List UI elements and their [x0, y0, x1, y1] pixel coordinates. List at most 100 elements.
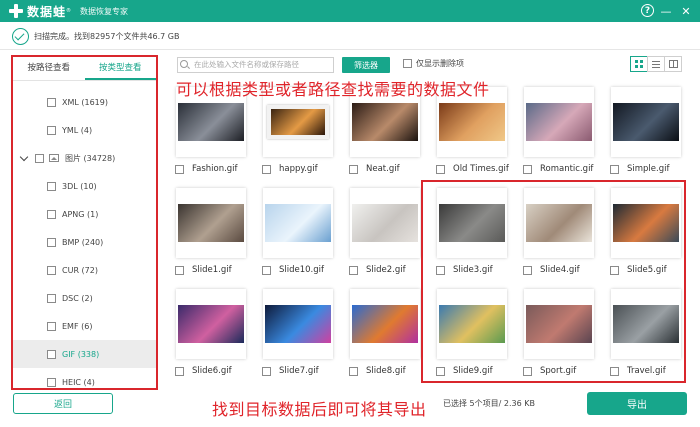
- filter-button[interactable]: 筛选器: [342, 57, 390, 73]
- file-checkbox[interactable]: [349, 165, 358, 174]
- file-thumbnail[interactable]: [176, 188, 246, 258]
- list-view-button[interactable]: [647, 56, 665, 72]
- sidebar-item-checkbox[interactable]: [35, 153, 44, 163]
- show-deleted-toggle[interactable]: 仅显示删除项: [403, 58, 464, 69]
- thumbnail-image: [439, 103, 505, 141]
- check-circle-icon: [12, 27, 29, 45]
- file-name: Slide2.gif: [366, 265, 406, 275]
- file-name: Slide1.gif: [192, 265, 232, 275]
- sidebar-item[interactable]: CUR (72): [13, 256, 156, 284]
- sidebar-item-checkbox[interactable]: [47, 321, 56, 331]
- app-name: 数据蛙: [27, 4, 67, 19]
- sidebar-item-checkbox[interactable]: [47, 293, 56, 303]
- file-thumbnail[interactable]: [611, 289, 681, 359]
- sidebar-item[interactable]: DSC (2): [13, 284, 156, 312]
- file-checkbox[interactable]: [610, 266, 619, 275]
- minimize-icon[interactable]: —: [658, 3, 674, 19]
- file-thumbnail[interactable]: [437, 188, 507, 258]
- sidebar-item-checkbox[interactable]: [47, 349, 56, 359]
- back-button[interactable]: 返回: [13, 393, 113, 414]
- file-checkbox[interactable]: [610, 367, 619, 376]
- file-thumbnail[interactable]: [524, 188, 594, 258]
- file-checkbox[interactable]: [436, 367, 445, 376]
- file-checkbox[interactable]: [436, 266, 445, 275]
- close-icon[interactable]: ✕: [678, 3, 694, 19]
- file-name: Slide10.gif: [279, 265, 325, 275]
- scan-status-text: 扫描完成。找到82957个文件共46.7 GB: [34, 31, 180, 41]
- file-thumbnail[interactable]: [611, 188, 681, 258]
- export-button[interactable]: 导出: [587, 392, 687, 415]
- thumbnail-image: [178, 204, 244, 242]
- sidebar-item[interactable]: XML (1619): [13, 88, 156, 116]
- file-checkbox[interactable]: [175, 367, 184, 376]
- file-thumbnail[interactable]: [350, 188, 420, 258]
- file-checkbox[interactable]: [175, 165, 184, 174]
- file-checkbox[interactable]: [262, 266, 271, 275]
- help-icon[interactable]: ?: [641, 4, 654, 17]
- app-subtitle: 数据恢复专家: [80, 6, 129, 16]
- sidebar-item-checkbox[interactable]: [47, 97, 56, 107]
- sidebar-item[interactable]: APNG (1): [13, 200, 156, 228]
- file-checkbox[interactable]: [523, 266, 532, 275]
- scan-status: 扫描完成。找到82957个文件共46.7 GB: [12, 27, 180, 45]
- sidebar-item[interactable]: EMF (6): [13, 312, 156, 340]
- sidebar-item-checkbox[interactable]: [47, 377, 56, 387]
- file-name: Slide3.gif: [453, 265, 493, 275]
- file-checkbox[interactable]: [175, 266, 184, 275]
- thumbnail-image: [439, 204, 505, 242]
- file-thumbnail[interactable]: [524, 289, 594, 359]
- thumbnail-image: [526, 204, 592, 242]
- file-thumbnail[interactable]: [263, 289, 333, 359]
- chevron-down-icon[interactable]: [19, 152, 29, 161]
- search-icon: [180, 60, 188, 68]
- show-deleted-checkbox[interactable]: [403, 59, 412, 68]
- file-checkbox[interactable]: [349, 367, 358, 376]
- grid-view-button[interactable]: [630, 56, 648, 72]
- app-logo: 数据蛙 ®: [9, 3, 71, 20]
- sidebar-item-checkbox[interactable]: [47, 125, 56, 135]
- thumbnail-image: [526, 103, 592, 141]
- file-checkbox[interactable]: [262, 165, 271, 174]
- sidebar-item-label: GIF (338): [62, 349, 100, 359]
- file-name: Simple.gif: [627, 164, 670, 174]
- thumbnail-image: [178, 305, 244, 343]
- file-checkbox[interactable]: [610, 165, 619, 174]
- file-thumbnail[interactable]: [611, 87, 681, 157]
- sidebar-item-checkbox[interactable]: [47, 181, 56, 191]
- file-thumbnail[interactable]: [437, 289, 507, 359]
- thumbnail-image: [439, 305, 505, 343]
- detail-icon: [668, 60, 678, 68]
- sidebar-item-label: CUR (72): [62, 265, 98, 275]
- file-checkbox[interactable]: [349, 266, 358, 275]
- sidebar-item[interactable]: GIF (338): [13, 340, 156, 368]
- file-checkbox[interactable]: [436, 165, 445, 174]
- file-checkbox[interactable]: [523, 165, 532, 174]
- sidebar-item[interactable]: 3DL (10): [13, 172, 156, 200]
- sidebar-item[interactable]: YML (4): [13, 116, 156, 144]
- sidebar-item-checkbox[interactable]: [47, 209, 56, 219]
- file-name: Travel.gif: [627, 366, 666, 376]
- sidebar-item[interactable]: 图片 (34728): [13, 144, 156, 172]
- selection-summary: 已选择 5个项目/ 2.36 KB: [443, 399, 535, 408]
- sidebar-item[interactable]: BMP (240): [13, 228, 156, 256]
- tab-by-path[interactable]: 按路径查看: [13, 57, 85, 80]
- sidebar-item[interactable]: HEIC (4): [13, 368, 156, 388]
- tab-by-type[interactable]: 按类型查看: [84, 57, 156, 80]
- sidebar-item-label: DSC (2): [62, 293, 93, 303]
- sidebar-item-label: HEIC (4): [62, 377, 95, 387]
- search-input[interactable]: 在此处输入文件名称或保存路径: [177, 57, 334, 73]
- annotation-bottom: 找到目标数据后即可将其导出: [212, 400, 427, 419]
- file-thumbnail[interactable]: [350, 289, 420, 359]
- thumbnail-image: [178, 103, 244, 141]
- sidebar: 按路径查看 按类型查看 XML (1619) YML (4) 图片 (34728) 3…: [11, 55, 158, 390]
- file-checkbox[interactable]: [523, 367, 532, 376]
- file-thumbnail[interactable]: [263, 188, 333, 258]
- file-checkbox[interactable]: [262, 367, 271, 376]
- thumbnail-image: [613, 103, 679, 141]
- file-thumbnail[interactable]: [524, 87, 594, 157]
- sidebar-item-checkbox[interactable]: [47, 237, 56, 247]
- detail-view-button[interactable]: [664, 56, 682, 72]
- thumbnail-image: [352, 305, 418, 343]
- file-thumbnail[interactable]: [176, 289, 246, 359]
- sidebar-item-checkbox[interactable]: [47, 265, 56, 275]
